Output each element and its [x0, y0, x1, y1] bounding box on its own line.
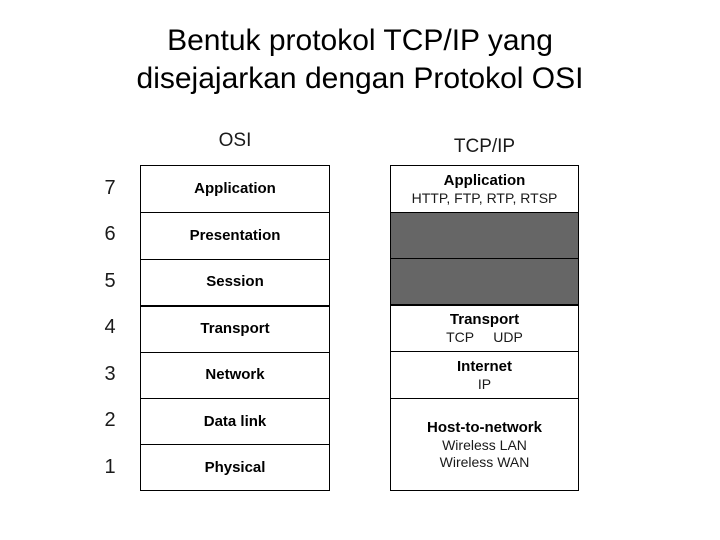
osi-layer-number-6: 6 [104, 223, 116, 246]
tcpip-row-gray-filler-2 [391, 258, 578, 304]
protocol-stack-diagram: OSI TCP/IP 7 6 5 4 3 2 1 Application Pre… [0, 0, 720, 540]
tcpip-row-application: Application HTTP, FTP, RTP, RTSP [391, 166, 578, 212]
osi-layer-label-physical: Physical [204, 458, 266, 476]
osi-layer-label-data-link: Data link [203, 412, 267, 430]
osi-layer-number-4: 4 [104, 316, 116, 339]
osi-stack: Application Presentation Session Transpo… [140, 165, 330, 491]
tcpip-row-transport: Transport TCP UDP [391, 304, 578, 351]
osi-column-header: OSI [218, 130, 252, 151]
osi-layer-label-transport: Transport [200, 320, 270, 338]
tcpip-layer-label-application: Application [443, 171, 526, 189]
tcpip-layer-protocols-transport: TCP UDP [446, 329, 523, 345]
osi-layer-number-gutter: 7 6 5 4 3 2 1 [92, 165, 128, 490]
tcpip-layer-protocols-application: HTTP, FTP, RTP, RTSP [411, 189, 558, 206]
osi-layer-number-5: 5 [104, 269, 116, 292]
osi-layer-label-session: Session [206, 273, 264, 291]
tcpip-layer-protocols-internet: IP [477, 375, 492, 392]
osi-row-application: Application [141, 166, 329, 213]
tcpip-layer-label-internet: Internet [456, 357, 512, 375]
osi-row-network: Network [141, 351, 329, 398]
osi-row-transport: Transport [141, 305, 329, 352]
osi-layer-label-application: Application [194, 180, 276, 198]
osi-layer-number-3: 3 [104, 362, 116, 385]
tcpip-layer-label-host-to-network: Host-to-network [427, 418, 542, 436]
tcpip-row-host-to-network: Host-to-network Wireless LAN Wireless WA… [391, 398, 578, 490]
tcpip-stack: Application HTTP, FTP, RTP, RTSP Transpo… [390, 165, 579, 491]
osi-layer-label-presentation: Presentation [189, 227, 281, 245]
tcpip-layer-protocols-host-to-network: Wireless LAN Wireless WAN [439, 436, 530, 470]
tcpip-column-header: TCP/IP [453, 136, 516, 157]
osi-layer-number-2: 2 [104, 409, 116, 432]
tcpip-layer-label-transport: Transport [449, 311, 520, 328]
osi-row-presentation: Presentation [141, 212, 329, 259]
tcpip-row-gray-filler-1 [391, 212, 578, 258]
osi-row-session: Session [141, 258, 329, 306]
osi-row-data-link: Data link [141, 398, 329, 445]
osi-layer-label-network: Network [205, 366, 265, 384]
osi-layer-number-1: 1 [104, 455, 116, 478]
tcpip-row-internet: Internet IP [391, 351, 578, 398]
osi-layer-number-7: 7 [104, 177, 116, 199]
osi-row-physical: Physical [141, 444, 329, 490]
